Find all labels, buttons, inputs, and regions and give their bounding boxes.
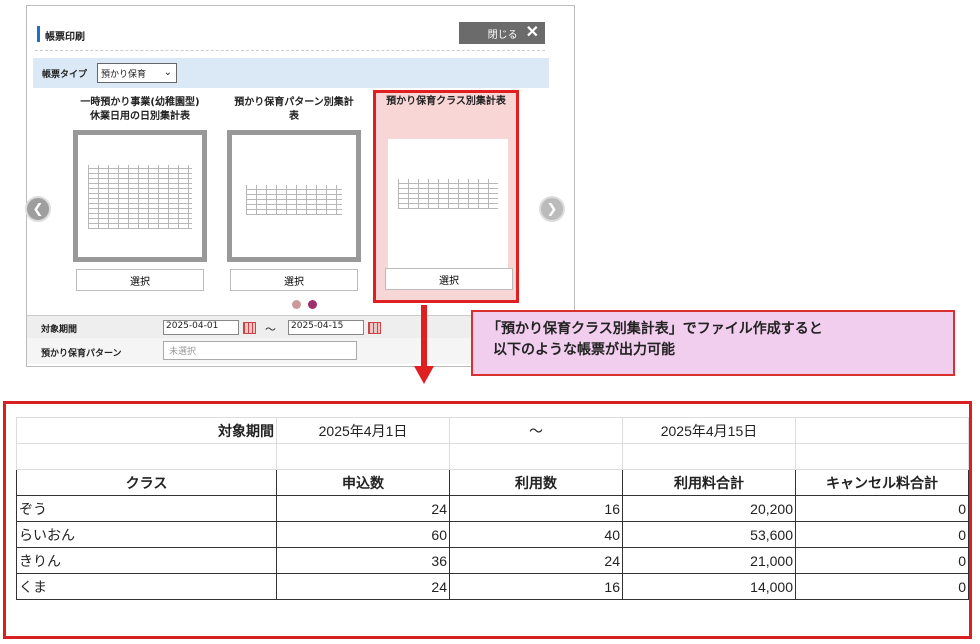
cell-cancel-fee-total: 0 bbox=[795, 547, 969, 574]
cell-applications: 24 bbox=[276, 573, 450, 600]
report-header-row: クラス 申込数 利用数 利用料合計 キャンセル料合計 bbox=[16, 469, 969, 496]
report-type-label: 帳票タイプ bbox=[42, 70, 88, 80]
cell-applications: 36 bbox=[276, 547, 450, 574]
card-caption-line2: 表 bbox=[289, 111, 299, 122]
header-usage: 利用数 bbox=[449, 469, 623, 496]
report-card-class: 預かり保育クラス別集計表 選択 bbox=[373, 90, 519, 303]
cell-class: くま bbox=[16, 573, 277, 600]
down-arrow-head bbox=[414, 366, 434, 384]
cell-cancel-fee-total: 0 bbox=[795, 495, 969, 522]
cell-fee-total: 53,600 bbox=[622, 521, 796, 548]
cell-cancel-fee-total: 0 bbox=[795, 521, 969, 548]
report-period-to: 2025年4月15日 bbox=[622, 417, 796, 444]
dialog-header: 帳票印刷 閉じる ✕ bbox=[35, 22, 545, 51]
callout-note: 「預かり保育クラス別集計表」でファイル作成すると 以下のような帳票が出力可能 bbox=[471, 310, 955, 376]
report-preview-thumbnail bbox=[227, 130, 361, 262]
table-row: ぞう 24 16 20,200 0 bbox=[16, 495, 969, 522]
prev-arrow-button[interactable]: ❮ bbox=[25, 196, 51, 222]
close-button[interactable]: 閉じる ✕ bbox=[459, 22, 545, 44]
cell-cancel-fee-total: 0 bbox=[795, 573, 969, 600]
report-card-daily: 一時預かり事業(幼稚園型) 休業日用の日別集計表 選択 bbox=[67, 94, 213, 300]
cell-applications: 24 bbox=[276, 495, 450, 522]
pattern-label: 預かり保育パターン bbox=[41, 349, 122, 359]
chevron-down-icon: ⌄ bbox=[163, 67, 172, 78]
callout-line2: 以下のような帳票が出力可能 bbox=[493, 342, 675, 358]
report-period-tilde: ～ bbox=[449, 417, 623, 444]
cell-usage: 24 bbox=[449, 547, 623, 574]
table-row: くま 24 16 14,000 0 bbox=[16, 573, 969, 600]
pager-dot[interactable] bbox=[292, 300, 301, 309]
card-caption-line1: 預かり保育クラス別集計表 bbox=[386, 96, 506, 107]
header-cancel-fee-total: キャンセル料合計 bbox=[795, 469, 969, 496]
card-caption: 預かり保育クラス別集計表 bbox=[376, 95, 516, 109]
cell-usage: 40 bbox=[449, 521, 623, 548]
chevron-left-icon: ❮ bbox=[32, 201, 44, 217]
pager-dot-active[interactable] bbox=[308, 300, 317, 309]
cell-class: らいおん bbox=[16, 521, 277, 548]
report-preview-thumbnail bbox=[73, 130, 207, 262]
period-label: 対象期間 bbox=[41, 325, 78, 335]
report-type-value: 預かり保育 bbox=[101, 69, 147, 80]
down-arrow bbox=[421, 305, 427, 367]
card-caption-line1: 預かり保育パターン別集計 bbox=[234, 97, 354, 108]
dialog-title: 帳票印刷 bbox=[45, 32, 85, 43]
table-row: らいおん 60 40 53,600 0 bbox=[16, 521, 969, 548]
card-caption: 預かり保育パターン別集計 表 bbox=[221, 96, 367, 124]
header-fee-total: 利用料合計 bbox=[622, 469, 796, 496]
close-icon: ✕ bbox=[525, 24, 539, 41]
header-class: クラス bbox=[16, 469, 277, 496]
select-button[interactable]: 選択 bbox=[76, 269, 204, 291]
next-arrow-button[interactable]: ❯ bbox=[539, 196, 565, 222]
close-button-label: 閉じる bbox=[487, 29, 518, 41]
title-accent-bar bbox=[37, 26, 40, 42]
calendar-icon[interactable] bbox=[368, 322, 381, 334]
select-button[interactable]: 選択 bbox=[385, 268, 513, 290]
cell-class: きりん bbox=[16, 547, 277, 574]
period-tilde: ～ bbox=[265, 323, 276, 336]
cell-applications: 60 bbox=[276, 521, 450, 548]
pattern-input[interactable]: 未選択 bbox=[163, 341, 357, 360]
chevron-right-icon: ❯ bbox=[546, 201, 558, 217]
report-type-row: 帳票タイプ 預かり保育 ⌄ bbox=[33, 58, 549, 88]
report-card-pattern: 預かり保育パターン別集計 表 選択 bbox=[221, 94, 367, 300]
report-table: 対象期間 2025年4月1日 ～ 2025年4月15日 クラス 申込数 利用数 … bbox=[16, 417, 969, 600]
select-button[interactable]: 選択 bbox=[230, 269, 358, 291]
report-period-label: 対象期間 bbox=[16, 417, 277, 444]
card-caption: 一時預かり事業(幼稚園型) 休業日用の日別集計表 bbox=[67, 96, 213, 124]
calendar-icon[interactable] bbox=[243, 322, 256, 334]
header-applications: 申込数 bbox=[276, 469, 450, 496]
cell-usage: 16 bbox=[449, 573, 623, 600]
card-caption-line1: 一時預かり事業(幼稚園型) bbox=[80, 97, 200, 108]
callout-line1: 「預かり保育クラス別集計表」でファイル作成すると bbox=[487, 321, 823, 337]
report-period-from: 2025年4月1日 bbox=[276, 417, 450, 444]
report-preview-thumbnail bbox=[388, 139, 508, 269]
cell-usage: 16 bbox=[449, 495, 623, 522]
report-type-select[interactable]: 預かり保育 ⌄ bbox=[97, 63, 177, 83]
report-period-row: 対象期間 2025年4月1日 ～ 2025年4月15日 bbox=[16, 417, 969, 444]
cell-fee-total: 14,000 bbox=[622, 573, 796, 600]
table-row: きりん 36 24 21,000 0 bbox=[16, 547, 969, 574]
period-to-input[interactable]: 2025-04-15 bbox=[288, 320, 364, 335]
cell-fee-total: 20,200 bbox=[622, 495, 796, 522]
cell-fee-total: 21,000 bbox=[622, 547, 796, 574]
report-output: 対象期間 2025年4月1日 ～ 2025年4月15日 クラス 申込数 利用数 … bbox=[3, 401, 972, 639]
card-caption-line2: 休業日用の日別集計表 bbox=[90, 111, 190, 122]
period-from-input[interactable]: 2025-04-01 bbox=[163, 320, 239, 335]
cell-class: ぞう bbox=[16, 495, 277, 522]
